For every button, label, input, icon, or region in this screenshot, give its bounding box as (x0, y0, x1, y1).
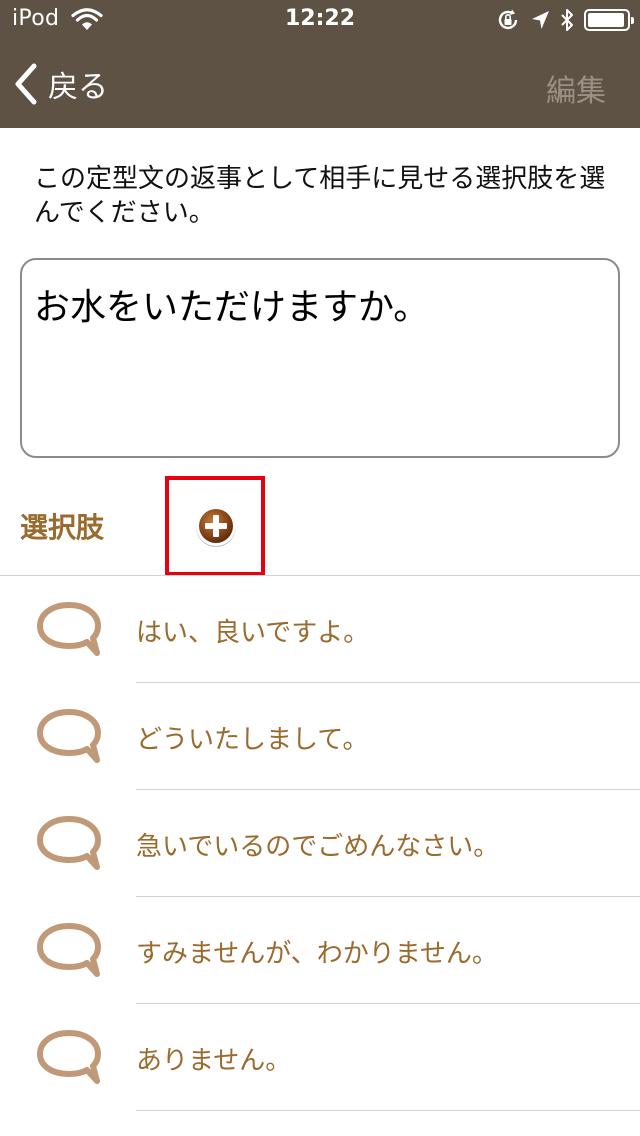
top-bar: iPod 12:22 戻る 編集 (0, 0, 640, 128)
add-option-button[interactable] (194, 504, 238, 548)
battery-nub (631, 17, 634, 24)
speech-bubble-icon (37, 923, 101, 977)
options-header: 選択肢 (20, 511, 105, 544)
option-label: どういたしまして。 (136, 725, 369, 755)
option-list-item[interactable]: はい、良いですよ。 (0, 576, 640, 683)
speech-bubble-icon (37, 709, 101, 763)
orientation-lock-icon (498, 9, 518, 30)
option-list-item[interactable]: すみませんが、わかりません。 (0, 897, 640, 1004)
chevron-left-icon (15, 63, 37, 105)
option-list-item[interactable]: ありません。 (0, 1004, 640, 1111)
option-label: ありません。 (136, 1046, 292, 1076)
speech-bubble-icon (37, 602, 101, 656)
back-button[interactable]: 戻る (14, 62, 108, 106)
battery-fill (588, 13, 625, 27)
back-label: 戻る (48, 70, 108, 105)
options-list: はい、良いですよ。 どういたしまして。 急いでいるのでごめんなさい。 すみません… (0, 575, 640, 1111)
option-label: はい、良いですよ。 (136, 618, 370, 648)
phrase-text-area[interactable]: お水をいただけますか。 (20, 258, 620, 458)
option-label: すみませんが、わかりません。 (136, 939, 498, 969)
option-list-item[interactable]: どういたしまして。 (0, 683, 640, 790)
instruction-text: この定型文の返事として相手に見せる選択肢を選んでください。 (34, 164, 606, 228)
speech-bubble-icon (37, 816, 101, 870)
bluetooth-icon (561, 9, 573, 31)
edit-button[interactable]: 編集 (546, 66, 606, 110)
status-bar: iPod 12:22 (0, 0, 640, 40)
location-arrow-icon (532, 11, 549, 29)
list-separator (136, 1110, 640, 1111)
status-icons (496, 7, 634, 33)
option-list-item[interactable]: 急いでいるのでごめんなさい。 (0, 790, 640, 897)
speech-bubble-icon (37, 1030, 101, 1084)
option-label: 急いでいるのでごめんなさい。 (136, 832, 500, 862)
battery-icon (584, 9, 634, 31)
navigation-bar: 戻る 編集 (0, 40, 640, 128)
